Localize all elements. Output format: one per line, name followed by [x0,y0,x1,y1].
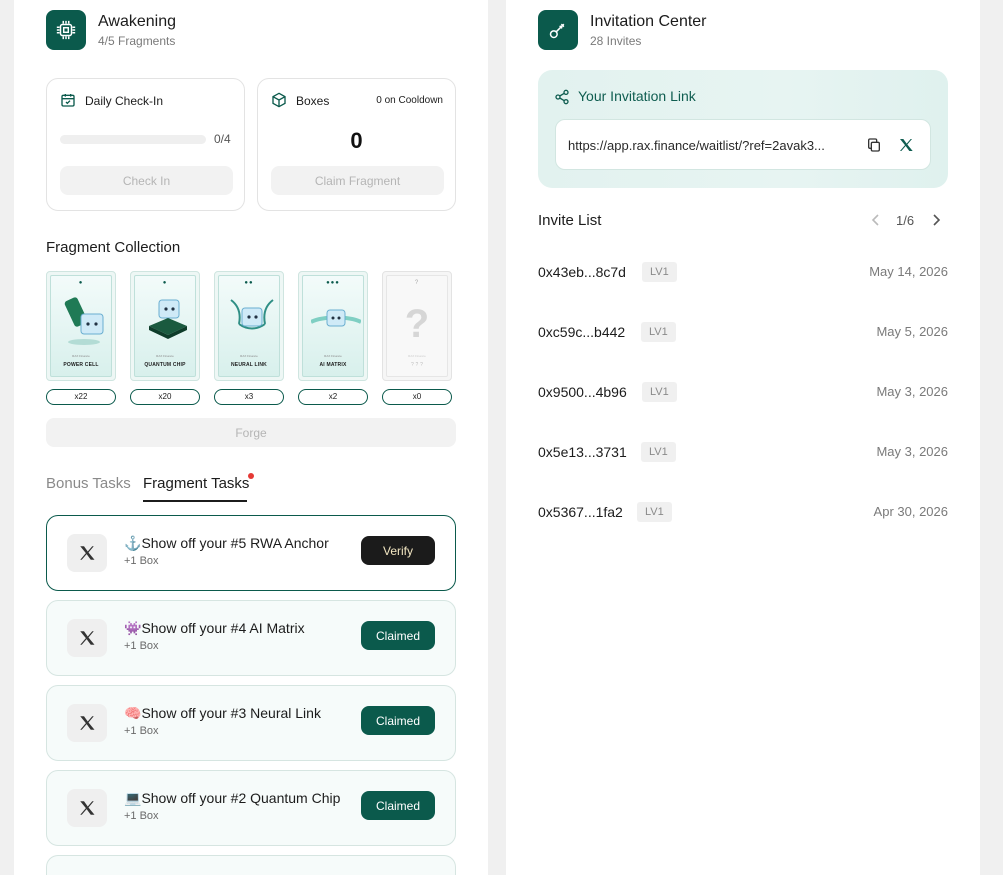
quantum-chip-art [149,299,187,339]
x-share-icon[interactable] [898,137,914,158]
invite-row: 0x9500...4b96 LV1 May 3, 2026 [538,381,948,405]
invites-count: 28 Invites [590,34,642,48]
claimed-button[interactable]: Claimed [361,706,435,735]
invite-row: 0x43eb...8c7d LV1 May 14, 2026 [538,261,948,285]
task-title: ⚓Show off your #5 RWA Anchor [124,535,329,551]
task-title: 💻Show off your #2 Quantum Chip [124,790,341,806]
mystery-question-mark: ? [404,302,430,346]
cooldown-text: 0 on Cooldown [376,95,443,106]
chevron-right-icon[interactable] [930,213,942,232]
invite-address: 0x5367...1fa2 [538,504,623,520]
task-card: 👾Show off your #4 AI Matrix +1 Box Claim… [46,600,456,676]
invite-address: 0x9500...4b96 [538,384,627,400]
fragment-count: x20 [130,389,200,405]
boxes-count: 0 [350,128,363,153]
claimed-button[interactable]: Claimed [361,621,435,650]
invitation-link-label: Your Invitation Link [578,88,696,104]
daily-checkin-card: Daily Check-In 0/4 Check In [46,78,245,211]
invitation-link-url: https://app.rax.finance/waitlist/?ref=2a… [568,138,825,153]
power-cell-art [64,297,104,345]
fragment-card-quantum-chip[interactable]: ● RAX Finance QUANTUM CHIP [130,271,200,381]
chip-icon [46,10,86,50]
invite-address: 0x5e13...3731 [538,444,627,460]
chevron-left-icon[interactable] [870,213,882,232]
invite-level-badge: LV1 [641,322,676,342]
invite-level-badge: LV1 [637,502,672,522]
neural-link-art [230,299,274,330]
task-card: 💻Show off your #2 Quantum Chip +1 Box Cl… [46,770,456,846]
forge-button[interactable]: Forge [46,418,456,447]
boxes-title: Boxes [296,94,330,108]
invite-level-badge: LV1 [642,262,677,282]
calendar-icon [60,92,76,113]
fragment-card-locked[interactable]: ? ? RAX Finance ? ? ? [382,271,452,381]
fragments-progress: 4/5 Fragments [98,34,176,48]
x-logo-icon [67,789,107,827]
invite-address: 0xc59c...b442 [538,324,626,340]
invite-date: Apr 30, 2026 [873,504,948,519]
fragment-count: x2 [298,389,368,405]
invite-address: 0x43eb...8c7d [538,264,626,280]
boxes-card: Boxes 0 on Cooldown 0 Claim Fragment [257,78,456,211]
invite-date: May 3, 2026 [876,444,948,459]
task-title: 🧠Show off your #3 Neural Link [124,705,321,721]
x-logo-icon [67,704,107,742]
verify-button[interactable]: Verify [361,536,435,565]
tab-bonus-tasks[interactable]: Bonus Tasks [46,475,131,492]
x-logo-icon [67,619,107,657]
awakening-title: Awakening [98,13,176,30]
claim-fragment-button[interactable]: Claim Fragment [271,166,444,195]
box-icon [271,92,287,113]
invite-list-title: Invite List [538,212,602,229]
invite-row: 0xc59c...b442 LV1 May 5, 2026 [538,321,948,345]
task-reward: +1 Box [124,555,159,567]
invite-level-badge: LV1 [641,442,676,462]
claimed-button[interactable]: Claimed [361,791,435,820]
ai-matrix-art [311,309,361,327]
invite-row: 0x5e13...3731 LV1 May 3, 2026 [538,441,948,465]
task-card: ⚓Show off your #5 RWA Anchor +1 Box Veri… [46,515,456,591]
checkin-title: Daily Check-In [85,94,164,108]
task-reward: +1 Box [124,725,159,737]
active-tab-underline [143,500,247,502]
invite-date: May 3, 2026 [876,384,948,399]
tab-fragment-tasks[interactable]: Fragment Tasks [143,475,249,492]
pagination-text: 1/6 [896,213,915,228]
checkin-progress-bar [60,135,206,144]
awakening-header: Awakening 4/5 Fragments [46,10,176,50]
task-card-partial [46,855,456,875]
checkin-progress-text: 0/4 [214,132,231,146]
fragment-count: x3 [214,389,284,405]
invite-row: 0x5367...1fa2 LV1 Apr 30, 2026 [538,501,948,525]
notification-dot [248,473,254,479]
fragment-card-ai-matrix[interactable]: ●●● RAX Finance AI MATRIX [298,271,368,381]
fragment-card-neural-link[interactable]: ●● RAX Finance NEURAL LINK [214,271,284,381]
invite-date: May 14, 2026 [869,264,948,279]
task-card: 🧠Show off your #3 Neural Link +1 Box Cla… [46,685,456,761]
invite-level-badge: LV1 [642,382,677,402]
key-icon [538,10,578,50]
fragment-count: x0 [382,389,452,405]
invitation-header: Invitation Center 28 Invites [538,10,707,50]
task-title: 👾Show off your #4 AI Matrix [124,620,305,636]
invitation-link-card: Your Invitation Link https://app.rax.fin… [538,70,948,188]
check-in-button[interactable]: Check In [60,166,233,195]
invitation-title: Invitation Center [590,13,707,30]
task-reward: +1 Box [124,810,159,822]
invite-date: May 5, 2026 [876,324,948,339]
copy-icon[interactable] [866,137,882,158]
invitation-link-field[interactable]: https://app.rax.finance/waitlist/?ref=2a… [555,119,931,170]
share-icon [554,89,570,110]
fragment-collection-title: Fragment Collection [46,239,181,256]
fragment-count: x22 [46,389,116,405]
fragment-card-power-cell[interactable]: ● RAX Finance POWER CELL [46,271,116,381]
task-reward: +1 Box [124,640,159,652]
x-logo-icon [67,534,107,572]
